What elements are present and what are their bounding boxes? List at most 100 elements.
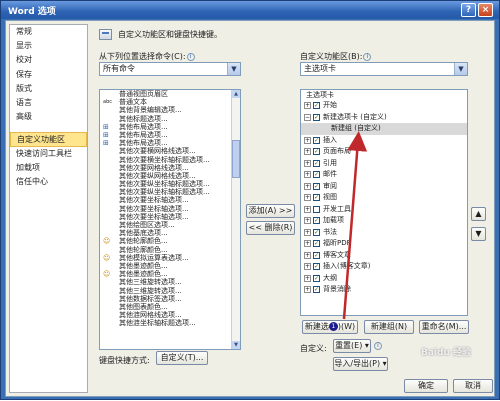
tab-checkbox[interactable]: ✓ [313,263,320,270]
expand-icon[interactable]: + [304,171,311,178]
command-item[interactable]: 其他次要纵网格线选项... [100,172,240,180]
remove-button[interactable]: << 删除(R) [246,221,295,235]
nav-item[interactable]: 加载项 [10,161,87,175]
tab-checkbox[interactable]: ✓ [313,194,320,201]
keyboard-customize-button[interactable]: 自定义(T)... [156,351,208,365]
command-item[interactable]: 其他三维旋转选项... [100,287,240,295]
tree-tab-item[interactable]: + ✓ 插入(博客文章) [301,261,467,273]
tree-tab-item[interactable]: + ✓ 福昕PDF [301,238,467,250]
tree-tab-item[interactable]: + 开发工具 [301,204,467,216]
nav-item[interactable]: 校对 [10,53,87,67]
nav-item[interactable]: 自定义功能区 [10,132,87,147]
tab-checkbox[interactable]: ✓ [313,251,320,259]
new-tab-button[interactable]: 新建选 1)(W) [302,320,358,334]
tab-checkbox[interactable]: ✓ [313,217,320,224]
move-up-button[interactable]: ▲ [471,207,486,221]
collapse-icon[interactable]: − [304,113,311,121]
tree-tab-item[interactable]: + ✓ 页面布局 [301,146,467,158]
tree-tab-item[interactable]: + ✓ 大纲 [301,273,467,285]
tree-group-item[interactable]: 新建组 (自定义) [301,123,467,135]
nav-item[interactable]: 信任中心 [10,175,87,189]
scroll-down-icon[interactable]: ▼ [232,341,240,349]
scroll-thumb[interactable] [232,140,240,178]
command-item[interactable]: 其他次要横坐标轴标题选项... [100,156,240,164]
expand-icon[interactable]: + [304,205,311,213]
tree-tab-item[interactable]: + ✓ 审阅 [301,181,467,193]
tab-checkbox[interactable]: ✓ [313,286,320,293]
tab-checkbox[interactable]: ✓ [313,113,320,121]
choose-commands-dropdown[interactable]: 所有命令 ▼ [99,62,241,76]
expand-icon[interactable]: + [304,182,311,190]
tree-tab-item[interactable]: + ✓ 引用 [301,158,467,170]
tree-tab-item[interactable]: + ✓ 开始 [301,100,467,112]
command-item[interactable]: 其他次要坐标轴选项... [100,205,240,213]
ribbon-tabs-tree[interactable]: 主选项卡 + ✓ 开始 − ✓ 新建选项卡 (自定义) 新建组 (自定义) + ✓ 插入 + ✓ 页面布… [300,89,468,316]
reset-button[interactable]: 重置(E) ▾ [333,339,371,353]
nav-item[interactable]: 语言 [10,96,87,110]
new-group-button[interactable]: 新建组(N) [364,320,414,334]
nav-item[interactable]: 显示 [10,39,87,53]
tab-checkbox[interactable]: ✓ [313,102,320,109]
command-item[interactable]: 其他次要横网格线选项... [100,147,240,155]
expand-icon[interactable]: + [304,263,311,270]
tree-tab-item[interactable]: + ✓ 加载项 [301,215,467,227]
tree-tab-item[interactable]: + ✓ 插入 [301,135,467,147]
command-item[interactable]: 其他次要网格线选项... [100,164,240,172]
close-button[interactable]: × [478,3,493,17]
expand-icon[interactable]: + [304,217,311,224]
command-item[interactable]: 其他三维旋转选项... [100,278,240,286]
title-bar[interactable]: Word 选项 ? × [1,1,499,19]
nav-item[interactable]: 快速访问工具栏 [10,147,87,161]
tree-tab-item[interactable]: + ✓ 视图 [301,192,467,204]
command-item[interactable]: 其他图表颜色... [100,303,240,311]
rename-button[interactable]: 重命名(M)... [419,320,469,334]
expand-icon[interactable]: + [304,102,311,109]
command-item[interactable]: 其他次要坐标轴选项... [100,213,240,221]
nav-item[interactable]: 版式 [10,82,87,96]
commands-scrollbar[interactable]: ▲ ▼ [231,90,240,349]
command-item[interactable]: ☺ 其他模拟运算表选项... [100,254,240,262]
expand-icon[interactable]: + [304,240,311,247]
tab-checkbox[interactable]: ✓ [313,171,320,178]
expand-icon[interactable]: + [304,251,311,259]
tab-checkbox[interactable]: ✓ [313,182,320,190]
tree-tab-item[interactable]: + ✓ 书法 [301,227,467,239]
tree-tab-item[interactable]: + ✓ 背景消除 [301,284,467,296]
command-item[interactable]: 其他涟坐标轴标题选项... [100,319,240,327]
help-button[interactable]: ? [461,3,476,17]
command-item[interactable]: ⊞ 其他布局选项... [100,123,240,131]
expand-icon[interactable]: + [304,148,311,155]
cancel-button[interactable]: 取消 [453,379,493,393]
command-item[interactable]: 其他数据标签选项... [100,295,240,303]
command-item[interactable]: 其他绘图区选项... [100,221,240,229]
tab-checkbox[interactable] [313,205,320,213]
add-button[interactable]: 添加(A) >> [246,204,295,218]
customize-ribbon-dropdown[interactable]: 主选项卡 ▼ [300,62,468,76]
tree-tab-item[interactable]: + ✓ 邮件 [301,169,467,181]
move-down-button[interactable]: ▼ [471,227,486,241]
nav-item[interactable]: 高级 [10,110,87,124]
commands-list[interactable]: 普通视图页眉区 abc 普通文本 其他背景编辑选项... 其他标题选项... ⊞ 其他布局选… [99,89,241,350]
import-export-button[interactable]: 导入/导出(P) ▾ [333,357,388,371]
expand-icon[interactable]: + [304,274,311,282]
ok-button[interactable]: 确定 [404,379,448,393]
nav-item[interactable]: 常规 [10,25,87,39]
command-item[interactable]: 其他墨迹颜色... [100,262,240,270]
expand-icon[interactable]: + [304,159,311,167]
command-item[interactable]: 普通视图页眉区 [100,90,240,98]
tree-tab-item[interactable]: − ✓ 新建选项卡 (自定义) [301,112,467,124]
expand-icon[interactable]: + [304,136,311,144]
expand-icon[interactable]: + [304,286,311,293]
chevron-down-icon[interactable]: ▼ [454,63,467,75]
command-item[interactable]: 其他标题选项... [100,115,240,123]
tree-tab-item[interactable]: + ✓ 博客文章 [301,250,467,262]
chevron-down-icon[interactable]: ▼ [227,63,240,75]
scroll-up-icon[interactable]: ▲ [232,90,240,98]
expand-icon[interactable]: + [304,228,311,236]
nav-item[interactable]: 保存 [10,68,87,82]
command-item[interactable]: 其他次要坐标轴选项... [100,196,240,204]
tab-checkbox[interactable]: ✓ [313,136,320,144]
tab-checkbox[interactable]: ✓ [313,274,320,282]
expand-icon[interactable]: + [304,194,311,201]
command-item[interactable]: ⊞ 其他布局选项... [100,131,240,139]
